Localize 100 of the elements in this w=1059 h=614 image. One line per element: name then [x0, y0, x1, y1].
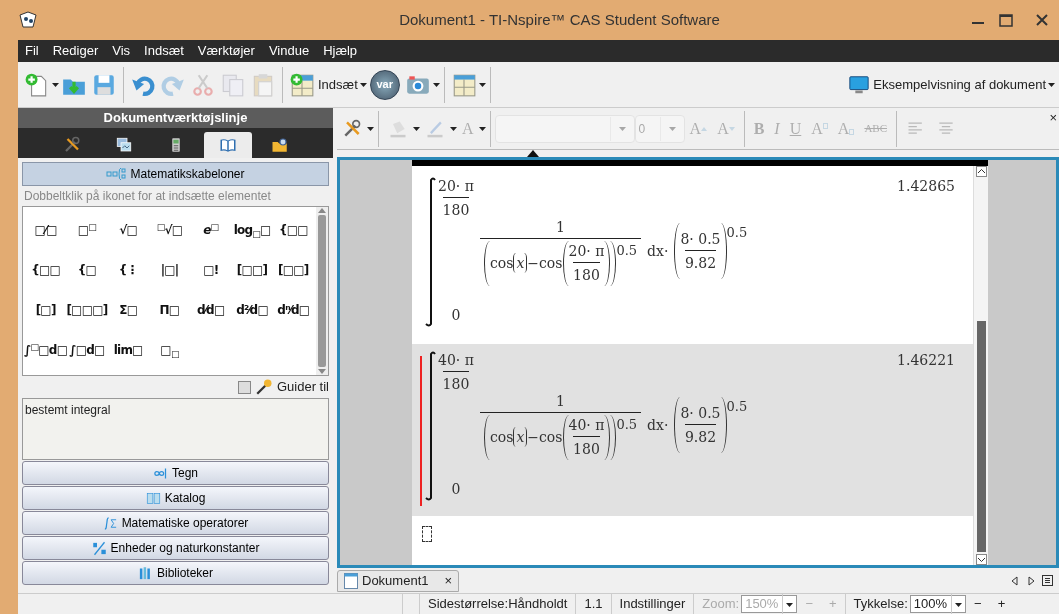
template-button[interactable]: e$^{□}$: [203, 221, 219, 241]
close-icon[interactable]: [1035, 13, 1049, 27]
window-title: Dokument1 - TI-Nspire™ CAS Student Software: [398, 9, 721, 30]
lower-limit: 0: [451, 480, 461, 499]
template-button[interactable]: [□]: [35, 301, 56, 321]
function-name: cos: [489, 427, 514, 447]
section-button[interactable]: Matematiske operatorer: [22, 511, 329, 535]
template-button[interactable]: {□□: [278, 221, 308, 241]
template-button[interactable]: d²⁄d□: [236, 301, 268, 321]
template-button[interactable]: □$_{□}$: [160, 341, 179, 361]
status-text[interactable]: Indstillinger: [610, 594, 694, 614]
folder-search-icon: [270, 136, 289, 154]
template-button[interactable]: □$^{□}$: [77, 221, 97, 241]
step-button[interactable]: +: [989, 594, 1014, 614]
left-arrow-icon[interactable]: [1010, 575, 1020, 586]
small-box-icon: [849, 128, 855, 135]
numerator: 40· π: [438, 351, 474, 370]
scroll-down-icon[interactable]: [975, 554, 987, 565]
close-button[interactable]: ×: [1049, 108, 1059, 128]
caret-icon[interactable]: [1048, 82, 1055, 87]
right-arrow-icon[interactable]: [1026, 575, 1036, 586]
section-button[interactable]: Enheder og naturkonstanter: [22, 536, 329, 560]
numerator: 40· π: [568, 415, 605, 435]
panel-title: Dokumentværktøjslinje: [18, 108, 333, 128]
numerator: 20· π: [438, 177, 474, 196]
wand-icon: [254, 378, 273, 396]
list-icon[interactable]: [1042, 575, 1053, 586]
denominator: 180: [442, 197, 470, 221]
denominator: 180: [573, 261, 600, 286]
template-button[interactable]: d⁄d□: [197, 301, 225, 321]
step-button[interactable]: −: [966, 594, 990, 614]
caret-icon[interactable]: [955, 602, 963, 607]
template-button[interactable]: log$_{□}$□: [233, 221, 271, 241]
checkbox[interactable]: [237, 380, 251, 394]
variable: x: [516, 253, 525, 273]
insert-page-icon: [289, 71, 315, 98]
section-button[interactable]: Katalog: [22, 486, 329, 510]
description-text: bestemt integral: [22, 398, 329, 460]
library-icon: [138, 565, 153, 581]
template-button[interactable]: $^{□}$√□: [156, 221, 183, 241]
status-text[interactable]: 1.1: [575, 594, 611, 614]
menu-item[interactable]: Rediger: [45, 41, 106, 61]
template-button[interactable]: |□|: [160, 261, 179, 281]
denominator: 180: [573, 435, 600, 460]
template-button[interactable]: dⁿ⁄d□: [277, 301, 310, 321]
template-button[interactable]: {□□: [31, 261, 61, 281]
caret-icon[interactable]: [52, 82, 59, 87]
caret-icon[interactable]: [478, 82, 486, 87]
book-icon: [218, 136, 237, 154]
insert-button[interactable]: Indsæt: [287, 69, 360, 100]
function-name: cos: [489, 253, 514, 273]
template-button[interactable]: □⁄□: [34, 221, 57, 241]
menu-item[interactable]: Fil: [18, 41, 46, 61]
zoom-field[interactable]: 100%: [909, 595, 967, 613]
template-button[interactable]: lim□: [113, 341, 143, 361]
menu-item[interactable]: Indsæt: [137, 41, 191, 61]
template-button[interactable]: {□: [77, 261, 97, 281]
input-field[interactable]: [422, 526, 432, 542]
small-box-icon: [822, 122, 828, 129]
template-button[interactable]: [□□□]: [66, 301, 108, 321]
differential: dx·: [647, 241, 669, 261]
maximize-icon[interactable]: [999, 13, 1013, 27]
numerator: 20· π: [568, 241, 605, 261]
template-button[interactable]: □!: [203, 261, 219, 281]
menu-item[interactable]: Vis: [105, 41, 138, 61]
template-button[interactable]: Π□: [159, 301, 180, 321]
document-tab[interactable]: Dokument1 ×: [337, 569, 460, 592]
section-button[interactable]: Biblioteker: [22, 561, 329, 585]
exponent: 0.5: [726, 224, 748, 242]
scroll-up-icon[interactable]: [975, 166, 987, 177]
template-icon: [106, 167, 127, 181]
caret-icon[interactable]: [359, 82, 367, 87]
app-icon: [18, 11, 38, 29]
monitor-icon: [848, 73, 871, 96]
preview-button[interactable]: Eksempelvisning af dokument: [846, 71, 1048, 98]
menu-item[interactable]: Værktøjer: [190, 41, 262, 61]
numerator: 8· 0.5: [680, 403, 721, 423]
caret-icon[interactable]: [432, 82, 440, 87]
template-button[interactable]: [□□]: [278, 261, 309, 281]
scrollbar[interactable]: [973, 166, 988, 565]
template-button[interactable]: √□: [119, 221, 138, 241]
numerator: 1: [556, 217, 565, 237]
function-name: cos: [539, 427, 563, 447]
menu-item[interactable]: Hjælp: [316, 41, 365, 61]
caret-icon[interactable]: [367, 126, 374, 131]
field-label: Tykkelse:: [844, 594, 910, 614]
up-triangle-icon: [701, 126, 708, 131]
template-button[interactable]: {⋮: [118, 261, 138, 281]
menu-item[interactable]: Vindue: [261, 41, 317, 61]
template-button[interactable]: ∫$^{□}$□d□: [24, 341, 68, 361]
template-button[interactable]: ∫□d□: [69, 341, 105, 361]
status-text[interactable]: Sidestørrelse:Håndholdt: [419, 594, 576, 614]
close-button[interactable]: ×: [444, 570, 453, 591]
section-button[interactable]: Tegn: [22, 461, 329, 485]
panel-tab[interactable]: [203, 132, 252, 158]
template-button[interactable]: Σ□: [119, 301, 138, 321]
section-header[interactable]: Matematikskabeloner: [22, 162, 329, 186]
numerator: 1: [556, 391, 565, 411]
windows-icon: [114, 136, 133, 154]
template-button[interactable]: [□□]: [236, 261, 268, 281]
